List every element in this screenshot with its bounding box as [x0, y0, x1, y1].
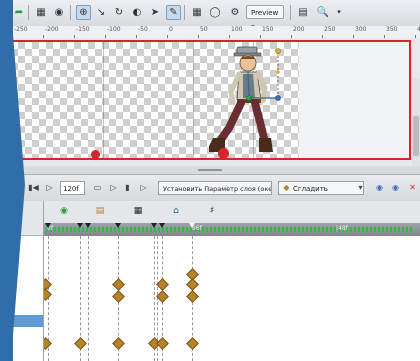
library-icon[interactable]: ⌂	[170, 205, 182, 217]
pointer-tool-icon[interactable]: ➤	[148, 5, 162, 19]
keyframe-marker[interactable]	[159, 223, 165, 228]
preview-dropdown[interactable]: Preview ▾	[246, 5, 284, 31]
chevron-down-icon[interactable]: ▾	[332, 5, 346, 19]
current-frame-field[interactable]: 120f	[60, 181, 85, 195]
lock-future-keyframe-icon[interactable]: ◉	[390, 182, 401, 193]
keyframe-diamond[interactable]	[156, 337, 169, 350]
waypoint-band	[46, 227, 412, 232]
sound-icon[interactable]: ♯	[206, 205, 218, 217]
ruler-tick-label: -50	[138, 26, 148, 33]
interpolation-label: Сгладить	[293, 185, 328, 193]
chevron-down-icon[interactable]: ▾	[355, 182, 366, 193]
keyframe-guide-line	[88, 236, 89, 361]
keyframe-diamond[interactable]	[112, 278, 125, 291]
keyframe-diamond[interactable]	[112, 337, 125, 350]
record-icon[interactable]: ◉	[52, 5, 66, 19]
time-track[interactable]: ◉ ▤ ▦ ⌂ ♯ 0f 96f |48f	[44, 201, 420, 361]
rotate-tool-icon[interactable]: ↻	[112, 5, 126, 19]
keyframe-diamond[interactable]	[156, 278, 169, 291]
time-bar: ▷ ▮◀ ▷ 120f ▭ ▷ ▮ ▷ Установить Параметр …	[0, 174, 420, 202]
keyframe-marker[interactable]	[115, 223, 121, 228]
toolbar-separator	[28, 5, 29, 20]
ruler-tick-label: 250	[324, 26, 336, 33]
prev-keyframe-icon[interactable]: ▮◀	[28, 182, 39, 193]
pen-tool-icon[interactable]: ✎	[166, 5, 181, 20]
guide-line	[193, 42, 194, 158]
animation-mode-icon[interactable]: ✕	[407, 182, 418, 193]
keyframe-marker[interactable]	[45, 223, 51, 228]
ruler-tick-label: 350	[386, 26, 398, 33]
ruler-tick-label: 150	[262, 26, 274, 33]
layout-icon[interactable]: ▤	[296, 5, 310, 19]
keyframe-diamond[interactable]	[74, 337, 87, 350]
keyframes-icon[interactable]: ▤	[94, 205, 106, 217]
scale-tool-icon[interactable]: ↘	[94, 5, 108, 19]
waypoint-dot[interactable]	[218, 148, 229, 158]
ruler-tick-label: -150	[76, 26, 90, 33]
work-canvas[interactable]	[9, 40, 411, 160]
toolbar-separator	[290, 5, 291, 20]
main-toolbar: ➦ ▦ ◉ ⊕ ↘ ↻ ◐ ➤ ✎ ▦ ◯ ⚙ Preview ▾ ▤ 🔍 ▾	[0, 0, 420, 31]
keyframe-marker[interactable]	[77, 223, 83, 228]
keyframe-marker[interactable]	[189, 223, 195, 228]
keyframe-diamond[interactable]	[112, 290, 125, 303]
mirror-tool-icon[interactable]: ◐	[130, 5, 144, 19]
time-label: |48f	[336, 225, 348, 232]
grid-icon[interactable]: ▦	[34, 5, 48, 19]
preview-label: Preview	[251, 9, 279, 17]
ruler-tick-label: 200	[293, 26, 305, 33]
ruler-tick-label: -250	[14, 26, 28, 33]
canvas-empty-region	[299, 42, 409, 158]
loop-icon[interactable]: ▭	[92, 182, 103, 193]
character-figure[interactable]	[203, 42, 293, 158]
lock-past-keyframe-icon[interactable]: ◉	[374, 182, 385, 193]
timetrack-panel: ◉ ▤ ▦ ⌂ ♯ 0f 96f |48f	[0, 201, 420, 361]
interpolation-icon: ◆	[283, 183, 290, 192]
move-tool-icon[interactable]: ⊕	[76, 5, 91, 20]
keyframe-marker[interactable]	[151, 223, 157, 228]
panel-splitter[interactable]	[0, 166, 420, 174]
scrollbar-thumb[interactable]	[413, 116, 419, 156]
ruler-tick-label: -100	[107, 26, 121, 33]
keyframe-diamond[interactable]	[186, 337, 199, 350]
canvas-area	[0, 38, 420, 203]
grid-toggle-icon[interactable]: ▦	[190, 5, 204, 19]
onion-skin-icon[interactable]: ◯	[208, 5, 222, 19]
layer-icon[interactable]: ◉	[58, 205, 70, 217]
ruler-tick-label: 50	[200, 26, 208, 33]
toolbar-separator	[70, 5, 71, 20]
track-header: ◉ ▤ ▦ ⌂ ♯	[44, 201, 420, 223]
slide-edge-decoration	[0, 0, 25, 361]
guide-line	[103, 42, 104, 158]
zoom-icon[interactable]: 🔍	[316, 5, 330, 19]
keyframe-diamond[interactable]	[186, 278, 199, 291]
set-layer-param-dropdown[interactable]: Установить Параметр слоя (оке...	[158, 181, 272, 195]
toolbar-separator	[184, 5, 185, 20]
play-icon[interactable]: ▷	[44, 182, 55, 193]
redo-icon[interactable]: ➦	[12, 5, 26, 19]
ruler-tick-label: 0	[169, 26, 173, 33]
ruler-tick-label: 300	[355, 26, 367, 33]
frames-icon[interactable]: ▦	[132, 205, 144, 217]
waypoint-dot[interactable]	[91, 150, 100, 158]
ruler-tick-label: -200	[45, 26, 59, 33]
keyframe-diamond[interactable]	[156, 290, 169, 303]
splitter-grip[interactable]	[198, 169, 222, 171]
seek-end-icon[interactable]: ▷	[138, 182, 149, 193]
keyframe-marker[interactable]	[85, 223, 91, 228]
next-keyframe-icon[interactable]: ▮	[122, 182, 133, 193]
render-icon[interactable]: ⚙	[228, 5, 242, 19]
ruler-tick-label: 100	[231, 26, 243, 33]
next-frame-icon[interactable]: ▷	[108, 182, 119, 193]
keyframe-diamond[interactable]	[186, 290, 199, 303]
